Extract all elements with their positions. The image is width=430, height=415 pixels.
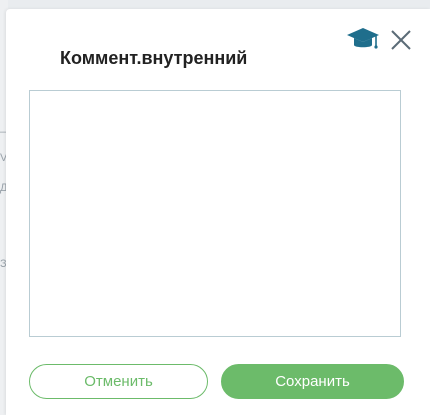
dialog-title: Коммент.внутренний: [60, 48, 248, 68]
comment-dialog: Коммент.внутренний Отменить Сохранить: [6, 9, 430, 415]
save-button[interactable]: Сохранить: [221, 364, 404, 399]
close-icon[interactable]: [389, 28, 413, 52]
cancel-button-label: Отменить: [84, 373, 153, 390]
comment-textarea[interactable]: [29, 90, 401, 337]
graduation-cap-icon[interactable]: [346, 26, 380, 52]
cancel-button[interactable]: Отменить: [29, 364, 208, 399]
save-button-label: Сохранить: [275, 373, 350, 390]
